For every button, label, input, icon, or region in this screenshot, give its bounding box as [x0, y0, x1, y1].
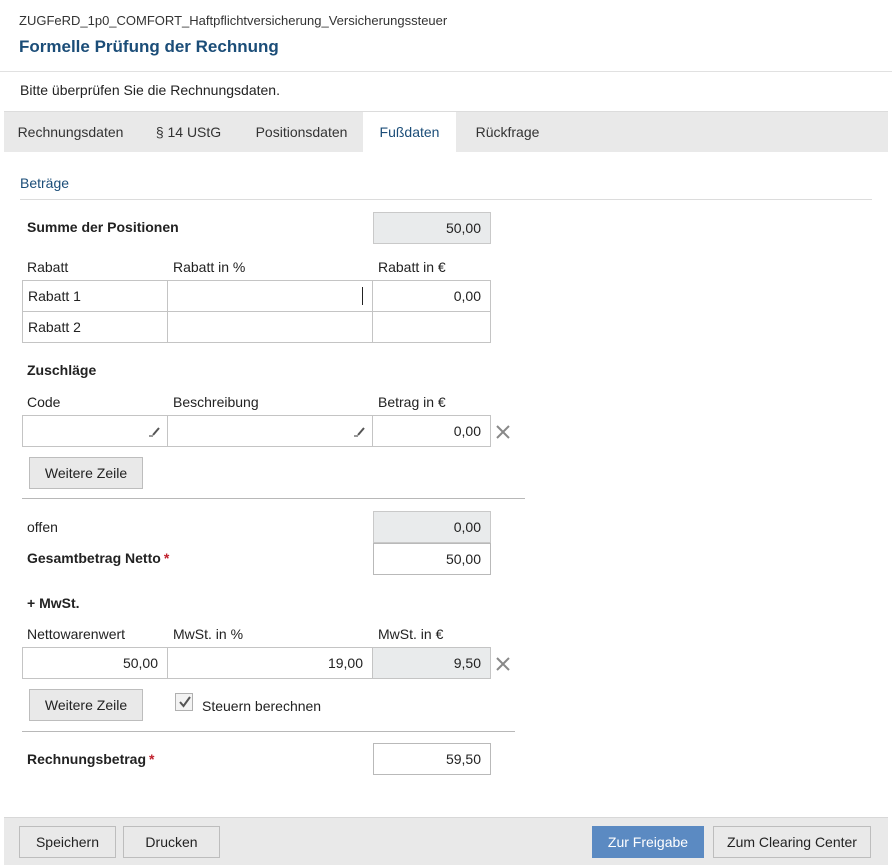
add-mwst-row-button[interactable]: Weitere Zeile	[29, 689, 143, 721]
intro-text: Bitte überprüfen Sie die Rechnungsdaten.	[20, 82, 280, 98]
tab-fussdaten[interactable]: Fußdaten	[363, 112, 456, 153]
divider	[22, 498, 525, 499]
divider	[22, 731, 515, 732]
rabatt-1-amount-input[interactable]: 0,00	[372, 280, 491, 312]
rabatt-1-percent-input[interactable]	[167, 280, 373, 312]
summe-positionen-field: 50,00	[373, 212, 491, 244]
tab-rechnungsdaten[interactable]: Rechnungsdaten	[4, 112, 137, 152]
save-button[interactable]: Speichern	[19, 826, 116, 858]
offen-label: offen	[27, 519, 58, 535]
add-zuschlag-row-button[interactable]: Weitere Zeile	[29, 457, 143, 489]
zuschlag-amount-input[interactable]: 0,00	[372, 415, 491, 447]
section-title-betraege: Beträge	[20, 175, 70, 191]
zuschlaege-header-code: Code	[27, 394, 61, 410]
print-button[interactable]: Drucken	[123, 826, 220, 858]
zuschlaege-title: Zuschläge	[27, 362, 97, 378]
rechnungsbetrag-label: Rechnungsbetrag *	[27, 751, 154, 767]
remove-row-icon[interactable]	[495, 424, 511, 440]
steuern-berechnen-checkbox[interactable]	[175, 693, 193, 711]
mwst-title: + MwSt.	[27, 595, 80, 611]
mwst-net-input[interactable]: 50,00	[22, 647, 168, 679]
zuschlag-code-input[interactable]	[22, 415, 168, 447]
rabatt-2-percent-input[interactable]	[167, 311, 373, 343]
remove-row-icon[interactable]	[495, 656, 511, 672]
rabatt-1-name: Rabatt 1	[22, 280, 168, 312]
clearing-center-button[interactable]: Zum Clearing Center	[713, 826, 871, 858]
mwst-amount-field: 9,50	[372, 647, 491, 679]
zuschlaege-header-amount: Betrag in €	[378, 394, 446, 410]
mwst-percent-input[interactable]: 19,00	[167, 647, 373, 679]
mwst-header-net: Nettowarenwert	[27, 626, 126, 642]
rabatt-2-amount-input[interactable]	[372, 311, 491, 343]
footer-bar: Speichern Drucken Zur Freigabe Zum Clear…	[4, 817, 888, 865]
page-title: Formelle Prüfung der Rechnung	[19, 37, 279, 56]
rechnungsbetrag-field[interactable]: 59,50	[373, 743, 491, 775]
required-mark: *	[149, 751, 155, 767]
zuschlag-description-input[interactable]	[167, 415, 373, 447]
tab-rueckfrage[interactable]: Rückfrage	[456, 112, 559, 152]
section-divider	[20, 199, 872, 200]
pencil-icon[interactable]	[352, 424, 366, 438]
rabatt-2-name: Rabatt 2	[22, 311, 168, 343]
header-divider	[0, 71, 892, 72]
release-button[interactable]: Zur Freigabe	[592, 826, 704, 858]
tab-paragraph-14-ustg[interactable]: § 14 UStG	[137, 112, 240, 152]
rechnungsbetrag-label-text: Rechnungsbetrag	[27, 751, 147, 767]
steuern-berechnen-label[interactable]: Steuern berechnen	[202, 698, 321, 714]
offen-field: 0,00	[373, 511, 491, 543]
summe-positionen-label: Summe der Positionen	[27, 219, 179, 235]
rabatt-header-amount: Rabatt in €	[378, 259, 446, 275]
tab-positionsdaten[interactable]: Positionsdaten	[240, 112, 363, 152]
rabatt-header-percent: Rabatt in %	[173, 259, 246, 275]
netto-field[interactable]: 50,00	[373, 543, 491, 575]
tab-bar: Rechnungsdaten § 14 UStG Positionsdaten …	[4, 111, 888, 153]
text-cursor	[362, 287, 363, 305]
document-name: ZUGFeRD_1p0_COMFORT_Haftpflichtversicher…	[19, 13, 448, 28]
required-mark: *	[163, 550, 170, 566]
mwst-header-amount: MwSt. in €	[378, 626, 444, 642]
pencil-icon[interactable]	[147, 424, 161, 438]
rabatt-header-name: Rabatt	[27, 259, 69, 275]
mwst-header-percent: MwSt. in %	[173, 626, 244, 642]
checkmark-icon	[179, 696, 191, 708]
netto-label-text: Gesamtbetrag Netto	[27, 550, 161, 566]
zuschlaege-header-description: Beschreibung	[173, 394, 259, 410]
netto-label: Gesamtbetrag Netto *	[27, 550, 169, 566]
